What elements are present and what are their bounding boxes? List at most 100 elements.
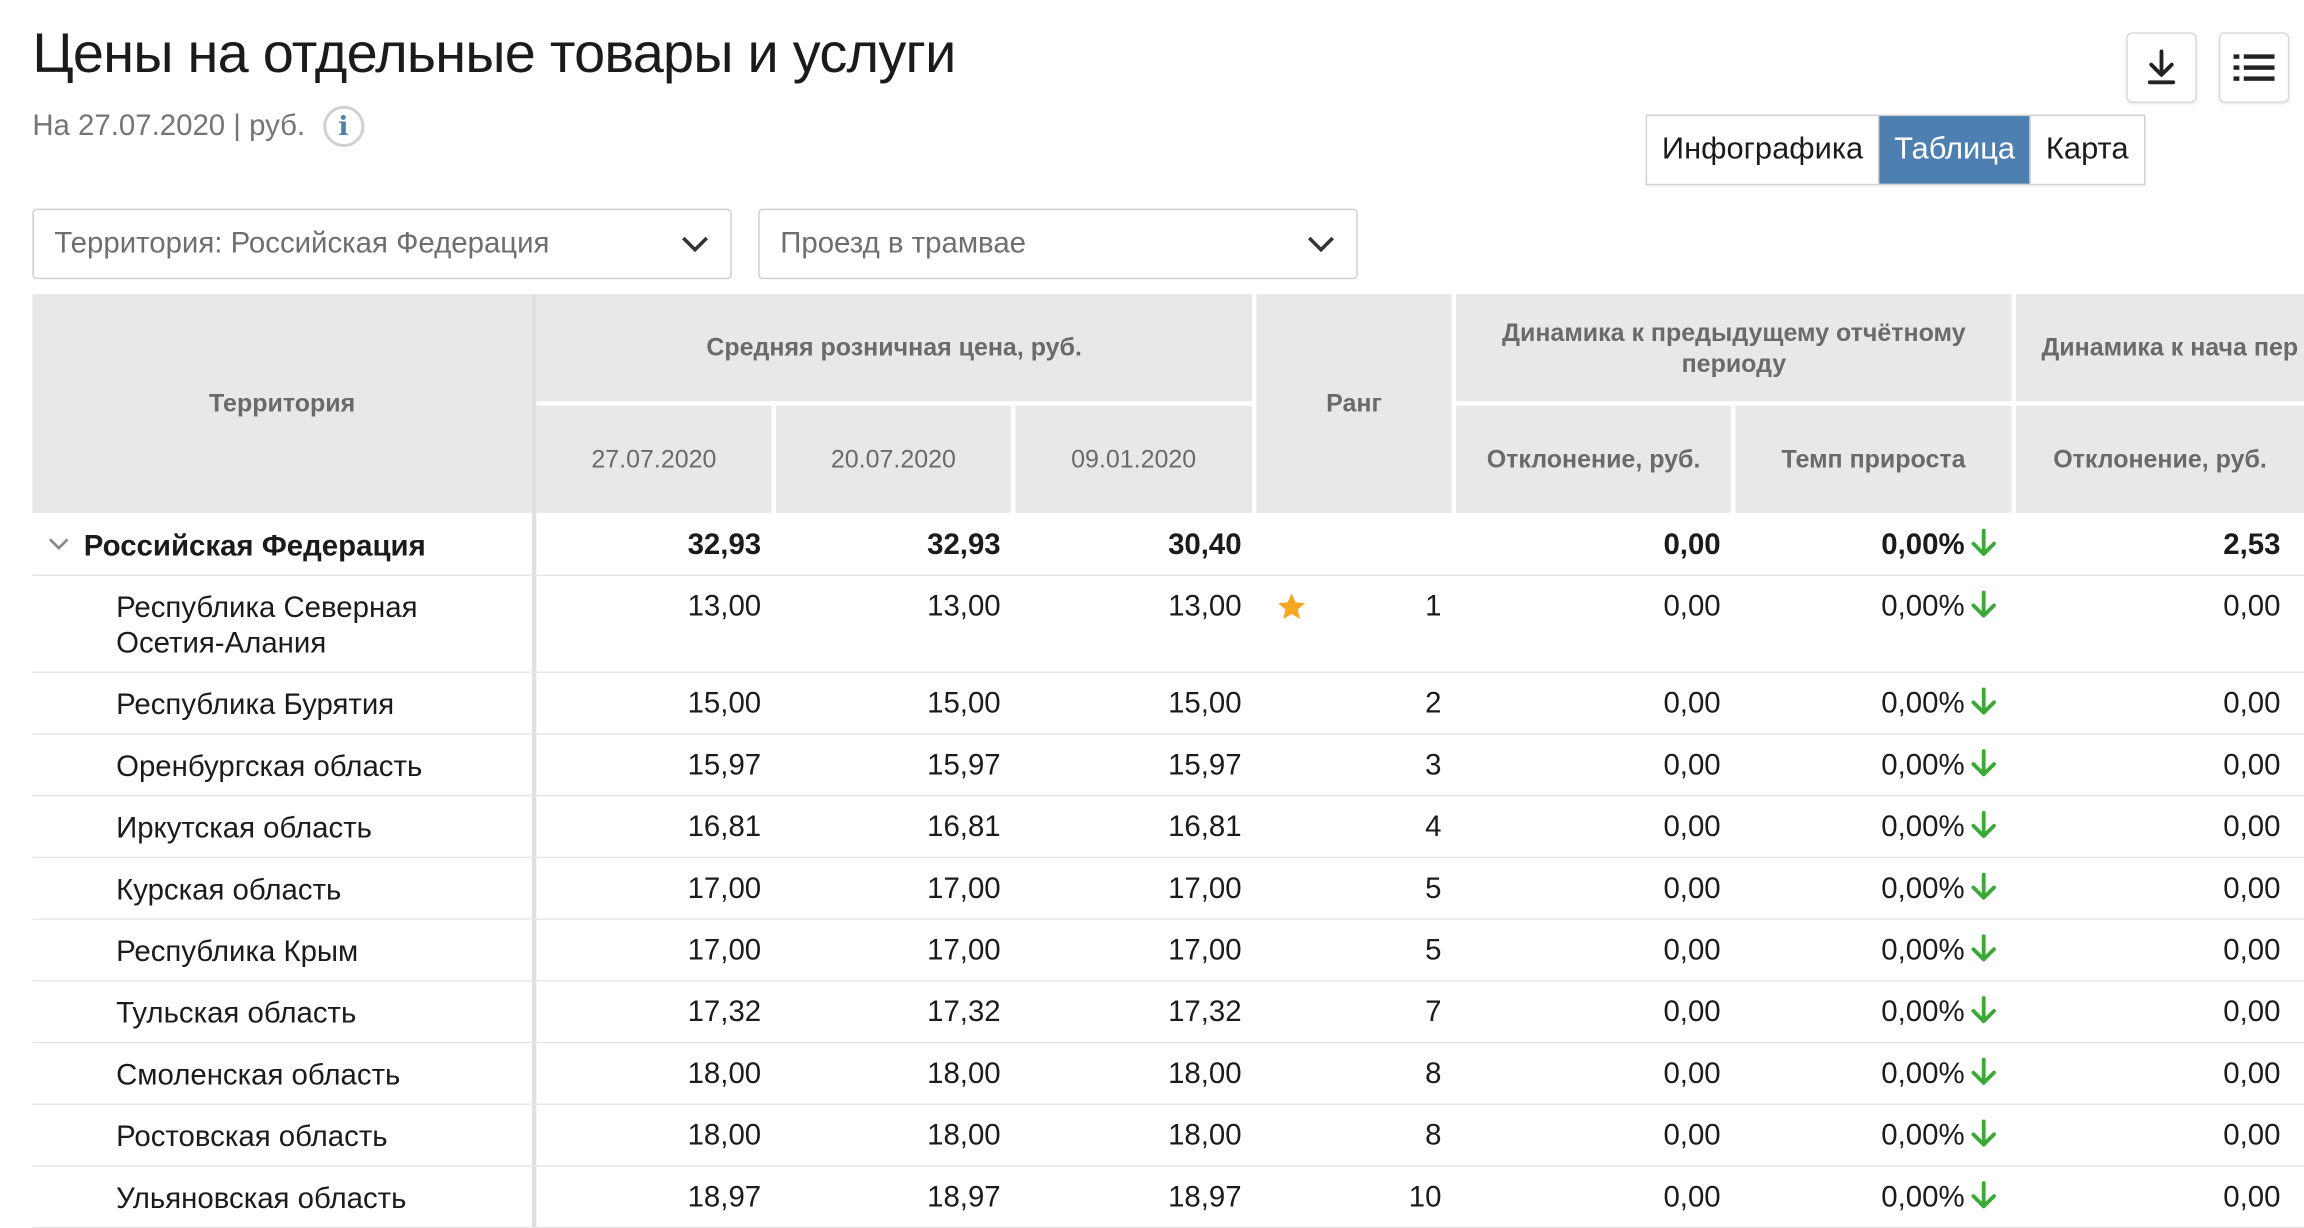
table-row[interactable]: Оренбургская область 15,97 15,97 15,97 3 0,00… (32, 735, 2304, 797)
row-territory: Оренбургская область (116, 750, 423, 784)
header-territory[interactable]: Территория (32, 293, 532, 513)
date-unit-label: На 27.07.2020 | руб. (32, 109, 306, 142)
chevron-down-icon[interactable] (47, 535, 71, 553)
row-growth: 0,00% (1735, 687, 1997, 722)
row-deviation: 0,00 (1663, 872, 1721, 906)
row-price-1: 17,32 (687, 996, 762, 1029)
row-territory: Российская Федерация (83, 530, 426, 563)
row-growth: 0,00% (1735, 934, 1997, 969)
star-icon[interactable] (1275, 591, 1307, 623)
header-deviation-start[interactable]: Отклонение, руб. (2016, 405, 2304, 513)
row-growth-value: 0,00% (1881, 996, 1965, 1029)
header-date-2[interactable]: 20.07.2020 (775, 405, 1011, 513)
product-select[interactable]: Проезд в трамвае (758, 208, 1358, 280)
table-row[interactable]: Ульяновская область 18,97 18,97 18,97 10 0,00… (32, 1167, 2304, 1228)
arrow-down-icon (1971, 528, 1996, 556)
download-button[interactable] (2126, 32, 2197, 103)
territory-select-value: Территория: Российская Федерация (54, 227, 550, 260)
arrow-down-icon (1971, 749, 1996, 777)
table-row[interactable]: Иркутская область 16,81 16,81 16,81 4 0,00 0,0… (32, 796, 2304, 859)
row-price-2: 32,93 (927, 528, 1001, 562)
table-row[interactable]: Республика Северная Осетия-Алания 13,00 13… (32, 576, 2304, 673)
row-deviation-start: 0,00 (2223, 687, 2281, 721)
arrow-down-icon (1971, 996, 1996, 1024)
row-territory: Тульская область (116, 997, 357, 1031)
table-row[interactable]: Республика Крым 17,00 17,00 17,00 5 0,00 0,00%… (32, 920, 2304, 982)
row-territory: Ростовская область (116, 1121, 388, 1154)
arrow-down-icon (1971, 1057, 1996, 1085)
row-price-2: 15,00 (927, 687, 1001, 721)
tab-map[interactable]: Карта (2031, 116, 2144, 184)
chevron-down-icon (1307, 236, 1334, 253)
row-price-3: 16,81 (1168, 811, 1242, 844)
row-price-3: 17,00 (1168, 872, 1242, 906)
tab-table[interactable]: Таблица (1879, 116, 2032, 184)
row-rank: 3 (1425, 749, 1442, 782)
tab-infographic[interactable]: Инфографика (1647, 116, 1880, 184)
row-deviation: 0,00 (1663, 1181, 1721, 1214)
row-price-3: 13,00 (1168, 590, 1242, 624)
row-price-2: 17,00 (927, 934, 1001, 967)
row-deviation: 0,00 (1663, 590, 1721, 624)
row-rank: 5 (1425, 934, 1442, 967)
page-title: Цены на отдельные товары и услуги (32, 23, 956, 86)
row-deviation-start: 0,00 (2223, 590, 2281, 624)
table-row[interactable]: Смоленская область 18,00 18,00 18,00 8 0,00 0,… (32, 1043, 2304, 1105)
row-price-3: 17,00 (1168, 934, 1242, 967)
header-date-1[interactable]: 27.07.2020 (536, 405, 772, 513)
row-price-3: 18,00 (1168, 1057, 1242, 1091)
row-price-1: 18,97 (687, 1181, 762, 1214)
arrow-down-icon (1971, 811, 1996, 838)
row-price-2: 18,97 (927, 1181, 1001, 1214)
row-price-1: 18,00 (687, 1119, 762, 1153)
table-row[interactable]: Тульская область 17,32 17,32 17,32 7 0,00 0,00… (32, 982, 2304, 1044)
info-icon[interactable]: i (322, 105, 364, 147)
row-price-2: 13,00 (927, 590, 1001, 624)
row-territory: Смоленская область (116, 1059, 401, 1092)
table-row[interactable]: Республика Бурятия 15,00 15,00 15,00 2 0,00 0,… (32, 673, 2304, 735)
header-growth-rate[interactable]: Темп прироста (1735, 405, 2012, 513)
header-date-3[interactable]: 09.01.2020 (1015, 405, 1252, 513)
arrow-down-icon (1971, 1119, 1996, 1147)
table-row-total[interactable]: Российская Федерация 32,93 32,93 30,40 0… (32, 514, 2304, 577)
row-growth: 0,00% (1735, 811, 1997, 845)
chevron-down-icon (682, 236, 709, 253)
row-growth-value: 0,00% (1881, 811, 1965, 844)
header-deviation[interactable]: Отклонение, руб. (1456, 405, 1731, 513)
row-territory: Республика Северная Осетия-Алания (116, 592, 418, 660)
row-price-2: 17,00 (927, 872, 1001, 906)
table-row[interactable]: Курская область 17,00 17,00 17,00 5 0,00 0,00%… (32, 858, 2304, 920)
row-deviation: 0,00 (1663, 811, 1721, 844)
page: Цены на отдельные товары и услуги На 27.… (0, 0, 2304, 1228)
row-growth: 0,00% (1735, 1119, 1997, 1154)
row-rank: 10 (1408, 1181, 1442, 1214)
arrow-down-icon (1971, 872, 1996, 900)
row-deviation-start: 0,00 (2223, 872, 2281, 906)
row-territory: Республика Крым (116, 936, 359, 969)
row-price-2: 18,00 (927, 1119, 1001, 1153)
row-rank: 5 (1425, 872, 1442, 906)
table-row[interactable]: Ростовская область 18,00 18,00 18,00 8 0,00 0,… (32, 1105, 2304, 1167)
row-growth-value: 0,00% (1881, 872, 1965, 906)
row-deviation: 0,00 (1663, 934, 1721, 967)
row-growth: 0,00% (1735, 528, 1997, 563)
row-price-3: 18,97 (1168, 1181, 1242, 1214)
row-territory: Республика Бурятия (116, 689, 395, 722)
row-growth-value: 0,00% (1881, 590, 1965, 624)
row-price-1: 15,97 (687, 749, 762, 782)
header-rank[interactable]: Ранг (1256, 293, 1452, 513)
row-deviation: 0,00 (1663, 1119, 1721, 1153)
row-deviation-start: 0,00 (2223, 1057, 2281, 1091)
row-growth-value: 0,00% (1881, 528, 1965, 562)
arrow-down-icon (1971, 687, 1996, 715)
row-growth-value: 0,00% (1881, 1119, 1965, 1153)
menu-button[interactable] (2218, 32, 2290, 103)
row-price-1: 15,00 (687, 687, 762, 721)
row-price-3: 18,00 (1168, 1119, 1242, 1153)
row-price-3: 17,32 (1168, 996, 1242, 1029)
header-dynamics-prev: Динамика к предыдущему отчётному периоду (1456, 293, 2012, 402)
header-dynamics-start: Динамика к нача пер (2016, 293, 2304, 402)
territory-select[interactable]: Территория: Российская Федерация (32, 208, 732, 280)
row-price-2: 16,81 (927, 811, 1001, 844)
row-growth-value: 0,00% (1881, 934, 1965, 967)
